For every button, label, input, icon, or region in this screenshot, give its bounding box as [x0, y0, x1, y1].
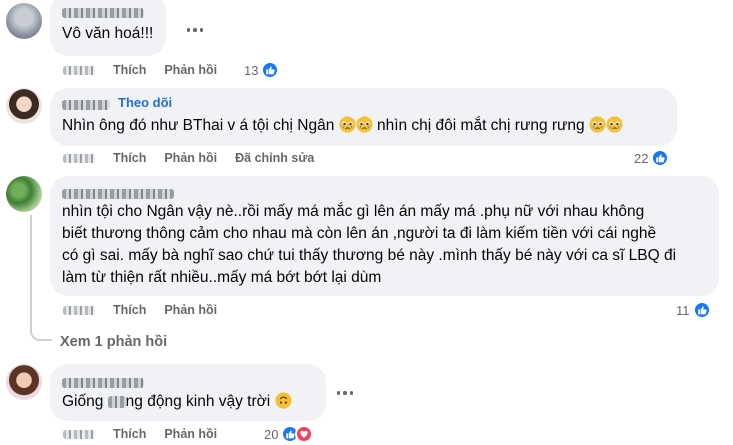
reaction-count: 13 — [244, 62, 259, 78]
comment-text: Nhìn ông đó như BThai v á tội chị Ngân n… — [62, 115, 623, 137]
like-icon — [651, 149, 670, 167]
love-icon — [295, 425, 314, 443]
comment-text-line: nhìn tội cho Ngân vậy nè..rồi mấy má mắc… — [62, 203, 645, 220]
author-name[interactable] — [62, 185, 174, 200]
author-name[interactable] — [62, 374, 144, 389]
reply-button[interactable]: Phản hồi — [164, 63, 217, 77]
comment-actions: Thích Phản hồi — [63, 63, 235, 77]
comment-text-start: Giống — [62, 393, 108, 410]
author-name[interactable] — [62, 4, 144, 19]
comment-bubble: nhìn tội cho Ngân vậy nè..rồi mấy má mắc… — [50, 176, 719, 296]
crying-face-emoji-icon — [606, 116, 623, 133]
like-button[interactable]: Thích — [113, 303, 146, 317]
comment-text-part-1: Nhìn ông đó như BThai v á tội chị Ngân — [62, 117, 335, 134]
reaction-count: 11 — [676, 302, 690, 318]
comment-text-line: biết thương thông cảm cho nhau mà còn lê… — [62, 225, 657, 242]
avatar[interactable] — [6, 364, 42, 400]
reply-button[interactable]: Phản hồi — [164, 427, 217, 441]
comment-text: Giống ng động kinh vậy trời — [62, 391, 292, 413]
reaction-summary[interactable]: 22 — [634, 149, 670, 167]
more-options-icon[interactable] — [180, 15, 210, 45]
reaction-count: 22 — [634, 150, 649, 166]
crying-face-emoji-icon — [356, 116, 373, 133]
author-name[interactable] — [62, 96, 110, 111]
comment-bubble: Vô văn hoá!!! — [50, 0, 166, 56]
like-icon — [692, 301, 711, 319]
comment-text-part-2: nhìn chị đôi mắt chị rưng rưng — [376, 117, 585, 134]
comment-text-line: làm từ thiện rất nhiều..mấy má bớt bớt l… — [62, 269, 382, 286]
view-replies-link[interactable]: Xem 1 phản hồi — [60, 334, 167, 350]
reaction-summary[interactable]: 11 — [676, 301, 711, 319]
comment-bubble: Theo dõi Nhìn ông đó như BThai v á tội c… — [50, 88, 677, 146]
comment-bubble: Giống ng động kinh vậy trời — [50, 364, 326, 421]
comment-text: nhìn tội cho Ngân vậy nè..rồi mấy má mắc… — [62, 201, 676, 289]
comment-actions: Thích Phản hồi — [63, 303, 235, 317]
redacted-text — [107, 395, 126, 408]
timestamp[interactable] — [63, 305, 95, 315]
avatar[interactable] — [6, 88, 42, 124]
upside-down-face-emoji-icon — [275, 392, 292, 409]
timestamp[interactable] — [63, 153, 95, 163]
comment-actions: Thích Phản hồi Đã chỉnh sửa — [63, 151, 332, 165]
like-button[interactable]: Thích — [113, 63, 146, 77]
comment-text-end: ng động kinh vậy trời — [125, 393, 271, 410]
reaction-summary[interactable]: 13 — [244, 61, 280, 79]
reaction-count: 20 — [264, 426, 279, 442]
avatar[interactable] — [6, 176, 42, 212]
timestamp[interactable] — [63, 429, 95, 439]
reply-button[interactable]: Phản hồi — [164, 303, 217, 317]
follow-button[interactable]: Theo dõi — [118, 95, 172, 110]
comment-text: Vô văn hoá!!! — [62, 25, 154, 42]
more-options-icon[interactable] — [330, 378, 360, 408]
reply-thread-line — [30, 215, 52, 341]
reaction-summary[interactable]: 20 — [264, 425, 314, 443]
comment-text-line: có gì sai. mấy bà nghĩ sao chứ tui thấy … — [62, 247, 677, 264]
comment-actions: Thích Phản hồi — [63, 427, 235, 441]
like-button[interactable]: Thích — [113, 427, 146, 441]
crying-face-emoji-icon — [589, 116, 606, 133]
edited-label: Đã chỉnh sửa — [235, 151, 315, 165]
avatar[interactable] — [6, 3, 42, 39]
like-icon — [261, 61, 280, 79]
crying-face-emoji-icon — [339, 116, 356, 133]
like-button[interactable]: Thích — [113, 151, 146, 165]
timestamp[interactable] — [63, 65, 95, 75]
reply-button[interactable]: Phản hồi — [164, 151, 217, 165]
